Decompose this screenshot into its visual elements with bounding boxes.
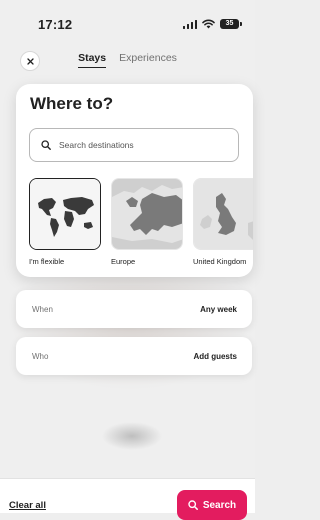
region-carousel[interactable]: I'm flexible Europe United Kingdom bbox=[29, 178, 253, 268]
who-value: Add guests bbox=[193, 351, 237, 361]
footer-bar: Clear all Search bbox=[0, 478, 255, 520]
where-to-title: Where to? bbox=[30, 94, 114, 113]
clear-all-link[interactable]: Clear all bbox=[9, 500, 46, 511]
battery-icon: 35 bbox=[220, 19, 242, 29]
wifi-icon bbox=[202, 19, 215, 29]
world-map-icon bbox=[29, 178, 101, 250]
search-icon bbox=[41, 140, 51, 150]
tab-bar: Stays Experiences bbox=[0, 52, 255, 68]
tab-experiences[interactable]: Experiences bbox=[119, 52, 177, 68]
search-placeholder: Search destinations bbox=[59, 140, 134, 150]
region-label: Europe bbox=[111, 257, 136, 266]
signal-icon bbox=[182, 19, 197, 29]
when-row[interactable]: When Any week bbox=[16, 290, 252, 328]
search-button-label: Search bbox=[202, 499, 237, 511]
region-europe[interactable]: Europe bbox=[111, 178, 183, 266]
status-bar: 17:12 35 bbox=[0, 0, 255, 40]
status-time: 17:12 bbox=[38, 17, 73, 32]
search-button[interactable]: Search bbox=[177, 490, 247, 520]
region-label: United Kingdom bbox=[193, 257, 247, 266]
who-label: Who bbox=[32, 351, 49, 361]
who-row[interactable]: Who Add guests bbox=[16, 337, 252, 375]
tab-stays[interactable]: Stays bbox=[78, 52, 107, 68]
status-icons: 35 bbox=[182, 18, 242, 30]
when-label: When bbox=[32, 304, 53, 314]
united-kingdom-map-icon bbox=[193, 178, 253, 250]
region-flexible[interactable]: I'm flexible bbox=[29, 178, 101, 266]
when-value: Any week bbox=[200, 304, 237, 314]
europe-map-icon bbox=[111, 178, 183, 250]
region-united-kingdom[interactable]: United Kingdom bbox=[193, 178, 253, 266]
where-to-card: Where to? Search destinations I'm flexib… bbox=[16, 84, 253, 277]
region-label: I'm flexible bbox=[29, 257, 65, 266]
search-destinations-input[interactable]: Search destinations bbox=[29, 128, 239, 162]
search-icon bbox=[188, 500, 198, 510]
